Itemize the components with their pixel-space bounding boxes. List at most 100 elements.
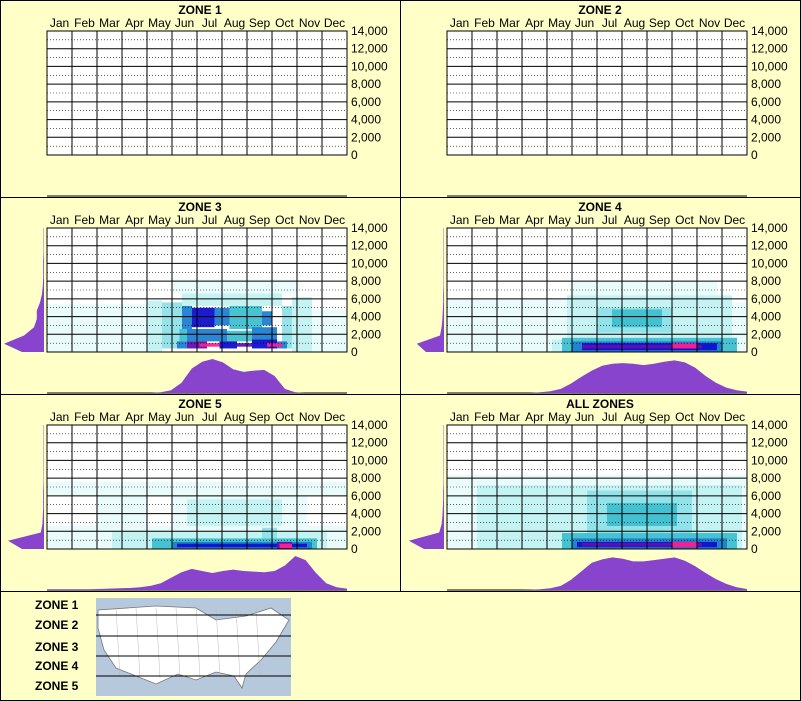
month-label: Nov bbox=[699, 213, 720, 227]
y-tick-label: 4,000 bbox=[351, 310, 381, 324]
y-tick-label: 10,000 bbox=[351, 256, 388, 270]
y-tick-label: 10,000 bbox=[751, 59, 788, 73]
heat-cell bbox=[552, 339, 562, 352]
y-tick-label: 10,000 bbox=[351, 59, 388, 73]
heat-cell bbox=[199, 343, 220, 347]
y-tick-label: 12,000 bbox=[351, 239, 388, 253]
month-label: Jun bbox=[575, 213, 594, 227]
zone-label: ZONE 1 bbox=[35, 598, 79, 612]
month-label: Feb bbox=[474, 213, 495, 227]
y-tick-label: 2,000 bbox=[751, 130, 781, 144]
month-label: Feb bbox=[74, 213, 95, 227]
month-label: Aug bbox=[624, 16, 645, 30]
y-tick-label: 0 bbox=[751, 148, 758, 162]
month-label: Mar bbox=[499, 16, 520, 30]
month-label: Sep bbox=[249, 410, 271, 424]
y-tick-label: 12,000 bbox=[351, 42, 388, 56]
month-label: May bbox=[148, 410, 171, 424]
month-label: Jul bbox=[202, 16, 217, 30]
month-label: Sep bbox=[649, 16, 671, 30]
month-label: Mar bbox=[499, 213, 520, 227]
month-label: Jul bbox=[602, 410, 617, 424]
heat-cell bbox=[262, 527, 277, 539]
y-tick-label: 4,000 bbox=[751, 507, 781, 521]
month-label: Nov bbox=[699, 16, 720, 30]
month-label: Feb bbox=[474, 16, 495, 30]
y-tick-label: 6,000 bbox=[351, 292, 381, 306]
panel-title: ZONE 2 bbox=[578, 3, 622, 17]
month-label: Jan bbox=[450, 16, 469, 30]
month-label: Sep bbox=[249, 16, 271, 30]
month-label: Aug bbox=[224, 410, 245, 424]
heat-cell bbox=[312, 309, 347, 352]
y-tick-label: 14,000 bbox=[751, 418, 788, 432]
month-label: Jul bbox=[602, 16, 617, 30]
month-label: Jan bbox=[50, 410, 69, 424]
month-label: Sep bbox=[649, 410, 671, 424]
heat-cell bbox=[179, 328, 187, 342]
y-tick-label: 4,000 bbox=[751, 113, 781, 127]
y-tick-label: 14,000 bbox=[351, 221, 388, 235]
month-label: Aug bbox=[624, 410, 645, 424]
heat-cell bbox=[672, 541, 697, 548]
month-label: Dec bbox=[724, 16, 745, 30]
panel-title: ZONE 1 bbox=[178, 3, 222, 17]
y-tick-label: 12,000 bbox=[751, 436, 788, 450]
month-label: Oct bbox=[275, 213, 294, 227]
month-label: Nov bbox=[299, 213, 320, 227]
zone-label: ZONE 2 bbox=[35, 618, 79, 632]
month-label: Aug bbox=[224, 16, 245, 30]
month-label: Aug bbox=[624, 213, 645, 227]
y-tick-label: 8,000 bbox=[351, 274, 381, 288]
month-label: Sep bbox=[649, 213, 671, 227]
zone-label: ZONE 5 bbox=[35, 679, 79, 693]
month-label: Apr bbox=[125, 410, 144, 424]
y-tick-label: 8,000 bbox=[751, 274, 781, 288]
y-tick-label: 14,000 bbox=[751, 24, 788, 38]
month-label: Jul bbox=[202, 410, 217, 424]
month-label: May bbox=[548, 410, 571, 424]
y-tick-label: 8,000 bbox=[751, 77, 781, 91]
heat-cell bbox=[267, 343, 282, 347]
y-tick-label: 14,000 bbox=[351, 24, 388, 38]
heat-cell bbox=[147, 300, 162, 352]
month-label: Apr bbox=[125, 16, 144, 30]
month-label: Mar bbox=[99, 16, 120, 30]
climate-chart-figure: ZONE 1 Jan Feb Mar Apr May Jun Jul Aug Sep Oct Nov D… bbox=[0, 0, 801, 701]
y-tick-label: 2,000 bbox=[351, 327, 381, 341]
heat-cell bbox=[612, 309, 662, 328]
y-tick-label: 0 bbox=[751, 345, 758, 359]
y-tick-label: 8,000 bbox=[751, 471, 781, 485]
y-tick-label: 0 bbox=[751, 542, 758, 556]
heat-cell bbox=[182, 305, 192, 329]
y-tick-label: 10,000 bbox=[751, 256, 788, 270]
month-label: Jun bbox=[175, 213, 194, 227]
month-label: Jan bbox=[50, 16, 69, 30]
y-tick-label: 6,000 bbox=[751, 489, 781, 503]
month-label: Jun bbox=[575, 16, 594, 30]
heat-cell bbox=[672, 343, 697, 349]
y-tick-label: 2,000 bbox=[751, 524, 781, 538]
heat-cell bbox=[262, 311, 272, 326]
heat-cell bbox=[177, 341, 187, 349]
month-label: Jul bbox=[602, 213, 617, 227]
month-label: May bbox=[148, 213, 171, 227]
month-label: Apr bbox=[525, 16, 544, 30]
month-label: Apr bbox=[525, 213, 544, 227]
month-label: May bbox=[548, 213, 571, 227]
heat-cell bbox=[187, 328, 227, 342]
month-label: Oct bbox=[275, 16, 294, 30]
month-label: Nov bbox=[299, 410, 320, 424]
month-label: Dec bbox=[324, 213, 345, 227]
month-label: May bbox=[548, 16, 571, 30]
y-tick-label: 6,000 bbox=[351, 489, 381, 503]
month-label: Jun bbox=[175, 16, 194, 30]
month-label: Jan bbox=[450, 410, 469, 424]
y-tick-label: 12,000 bbox=[351, 436, 388, 450]
month-label: Jan bbox=[450, 213, 469, 227]
month-label: Dec bbox=[324, 410, 345, 424]
month-label: Dec bbox=[724, 213, 745, 227]
y-tick-label: 14,000 bbox=[351, 418, 388, 432]
month-label: May bbox=[148, 16, 171, 30]
panel-title: ZONE 3 bbox=[178, 200, 222, 214]
